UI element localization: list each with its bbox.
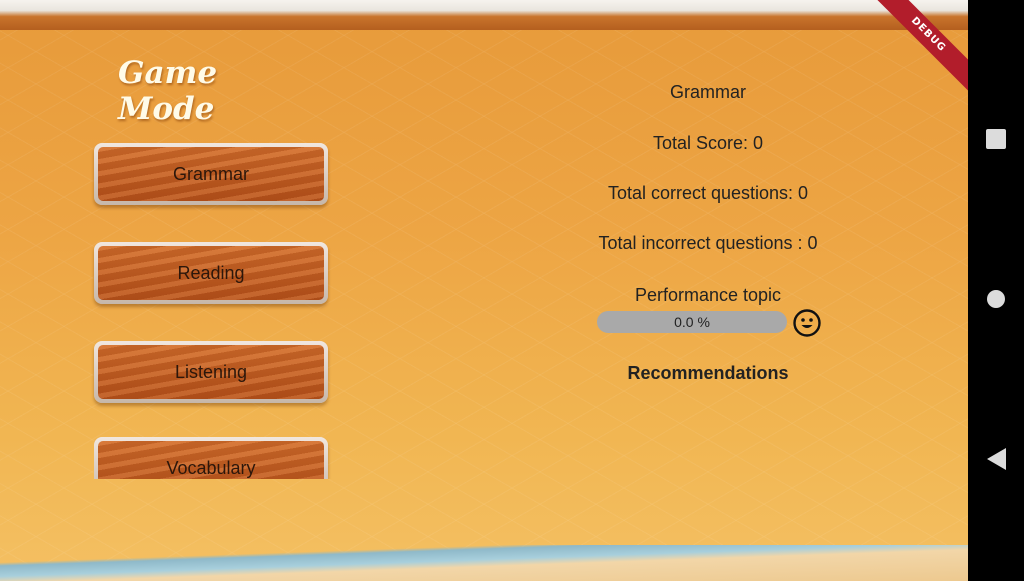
total-score: Total Score: 0 (652, 133, 764, 153)
vocabulary-button[interactable]: Vocabulary (94, 437, 328, 479)
home-button[interactable] (968, 279, 1024, 319)
page-title: Game Mode (118, 55, 218, 127)
performance-label: Performance topic (634, 285, 782, 305)
topic-name: Grammar (670, 82, 746, 102)
app-screen: DEBUG Game Mode Grammar Reading Listenin… (0, 0, 968, 581)
menu-scroll-clip: Vocabulary (94, 437, 334, 479)
listening-button-label: Listening (98, 345, 324, 399)
grammar-button[interactable]: Grammar (94, 143, 328, 205)
smiley-face-icon (793, 309, 821, 337)
performance-progress-bar: 0.0 % (597, 311, 787, 333)
reading-button-label: Reading (98, 246, 324, 300)
recents-button[interactable] (968, 119, 1024, 159)
android-nav-bar (968, 0, 1024, 581)
grammar-button-label: Grammar (98, 147, 324, 201)
recommendations-heading: Recommendations (627, 363, 789, 383)
bottom-frame (0, 545, 968, 581)
top-frame (0, 0, 968, 30)
back-triangle-icon (986, 448, 1006, 470)
vocabulary-button-label: Vocabulary (98, 441, 324, 479)
square-icon (986, 129, 1006, 149)
total-incorrect-questions: Total incorrect questions : 0 (598, 233, 818, 253)
listening-button[interactable]: Listening (94, 341, 328, 403)
reading-button[interactable]: Reading (94, 242, 328, 304)
back-button[interactable] (968, 439, 1024, 479)
total-correct-questions: Total correct questions: 0 (607, 183, 809, 203)
performance-percent: 0.0 % (674, 314, 710, 330)
circle-icon (987, 290, 1005, 308)
